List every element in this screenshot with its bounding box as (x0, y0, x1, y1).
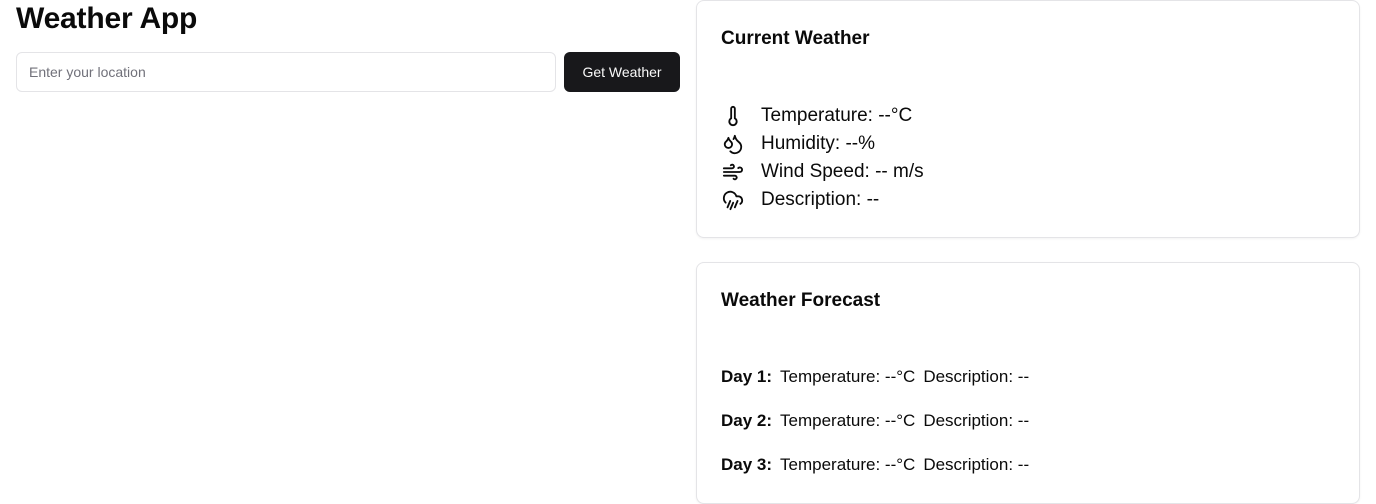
thermometer-icon (721, 104, 745, 128)
wind-speed-metric: Wind Speed: -- m/s (721, 158, 924, 186)
current-weather-title: Current Weather (721, 28, 870, 49)
day-label: Day 2: (721, 411, 773, 430)
day-label: Day 1: (721, 367, 773, 386)
description-metric: Description: -- (721, 186, 924, 214)
humidity-text: Humidity: --% (761, 133, 876, 154)
wind-icon (721, 160, 745, 184)
weather-forecast-card: Weather Forecast Day 1: Temperature: --°… (696, 262, 1360, 504)
droplets-icon (721, 132, 745, 156)
day-description: Description: -- (923, 367, 1030, 386)
day-label: Day 3: (721, 455, 773, 474)
day-temperature: Temperature: --°C (780, 455, 916, 474)
temperature-metric: Temperature: --°C (721, 102, 924, 130)
weather-app: Weather App Get Weather Current Weather … (0, 0, 1376, 504)
temperature-text: Temperature: --°C (761, 105, 913, 126)
forecast-day-row: Day 3: Temperature: --°C Description: -- (721, 452, 1029, 478)
forecast-day-row: Day 1: Temperature: --°C Description: -- (721, 364, 1029, 390)
day-temperature: Temperature: --°C (780, 411, 916, 430)
get-weather-button[interactable]: Get Weather (564, 52, 680, 92)
location-input[interactable] (16, 52, 556, 92)
cloud-rain-icon (721, 188, 745, 212)
wind-speed-text: Wind Speed: -- m/s (761, 161, 924, 182)
description-text: Description: -- (761, 189, 880, 210)
current-weather-metrics: Temperature: --°C Humidity: --% Wind Spe… (721, 102, 924, 214)
search-row: Get Weather (16, 52, 680, 92)
forecast-day-row: Day 2: Temperature: --°C Description: -- (721, 408, 1029, 434)
day-description: Description: -- (923, 455, 1030, 474)
day-description: Description: -- (923, 411, 1030, 430)
forecast-title: Weather Forecast (721, 290, 881, 311)
humidity-metric: Humidity: --% (721, 130, 924, 158)
app-title: Weather App (16, 2, 198, 35)
day-temperature: Temperature: --°C (780, 367, 916, 386)
current-weather-card: Current Weather Temperature: --°C Humidi… (696, 0, 1360, 238)
